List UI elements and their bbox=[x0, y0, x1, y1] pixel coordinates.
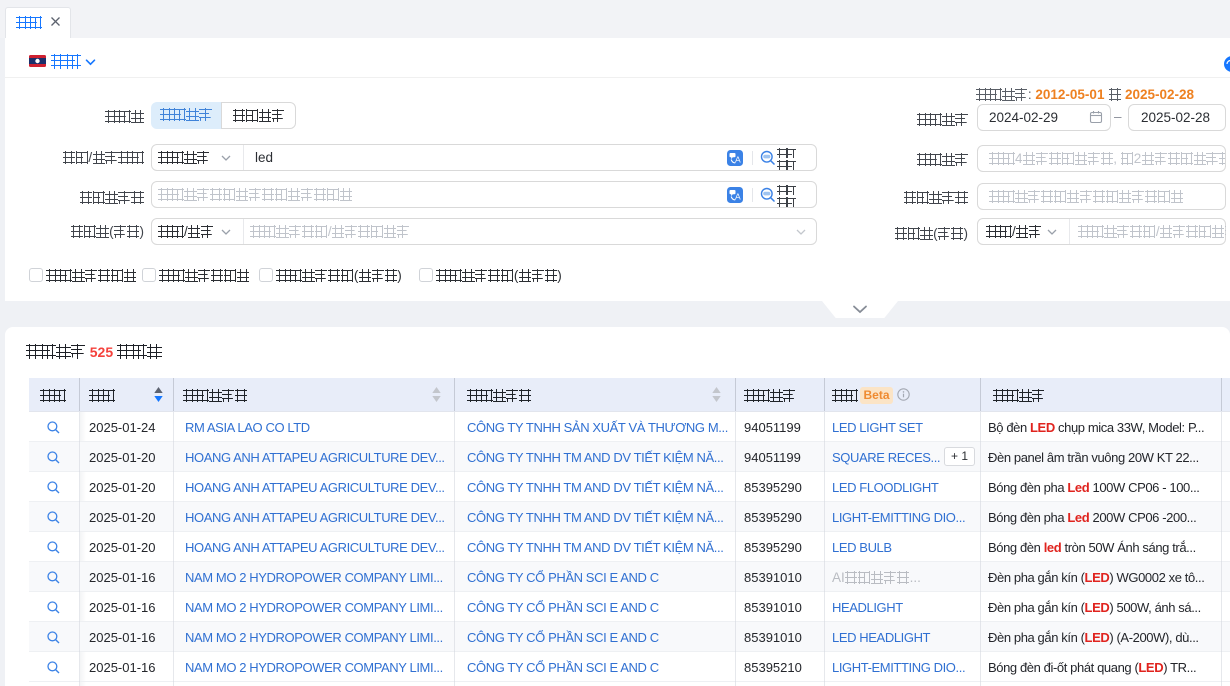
svg-text:A: A bbox=[735, 192, 741, 202]
svg-text:A: A bbox=[735, 155, 741, 165]
